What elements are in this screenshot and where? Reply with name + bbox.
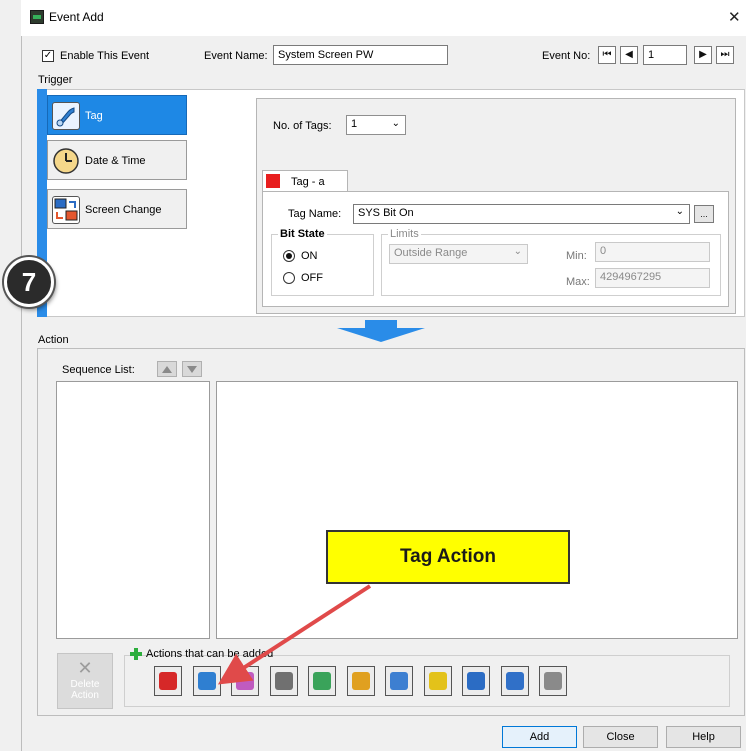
max-label: Max: [566,276,590,288]
sequence-list-label: Sequence List: [62,364,135,376]
max-input[interactable]: 4294967295 [595,268,710,288]
num-tags-select[interactable]: 1 ⌄ [346,115,406,135]
tag-color-swatch [266,174,280,188]
num-tags-label: No. of Tags: [273,120,332,132]
triangle-up-icon [162,366,172,373]
delete-action-label-2: Action [71,690,99,701]
alarm-action-icon [159,672,177,690]
trigger-type-tag-label: Tag [85,110,103,122]
popup-action-icon [506,672,524,690]
help-button[interactable]: Help [666,726,741,748]
next-event-button[interactable]: ▶ [694,46,712,64]
bit-state-off-label: OFF [301,272,323,284]
screen-change-action-icon [467,672,485,690]
bit-state-off-radio[interactable] [283,272,295,284]
add-button[interactable]: Add [502,726,577,748]
bit-state-group [271,234,374,296]
event-name-label: Event Name: [204,50,268,62]
flash-action-button[interactable] [424,666,452,696]
calculator-action-icon [544,672,562,690]
window-title: Event Add [49,10,104,24]
tag-name-label: Tag Name: [288,208,342,220]
bit-state-on-radio[interactable] [283,250,295,262]
trigger-section-label: Trigger [38,74,73,86]
num-tags-value: 1 [351,118,358,130]
delete-action-label-1: Delete [70,679,100,690]
trigger-type-date-time[interactable]: Date & Time [47,140,187,180]
first-event-button[interactable]: ⏮ [598,46,616,64]
delete-action-button[interactable]: ✕ Delete Action [57,653,113,709]
bit-state-on-label: ON [301,250,318,262]
alarm-action-button[interactable] [154,666,182,696]
move-down-button[interactable] [182,361,202,377]
enable-event-label: Enable This Event [60,50,150,62]
tag-browse-button[interactable]: ... [694,205,714,223]
tag-icon [52,102,80,130]
folder-action-icon [390,672,408,690]
move-up-button[interactable] [157,361,177,377]
close-icon[interactable]: ✕ [728,8,741,26]
enable-event-checkbox[interactable]: ✓ [42,50,54,62]
event-no-label: Event No: [542,50,591,62]
bit-state-label: Bit State [278,228,327,240]
trigger-type-screen-change-label: Screen Change [85,204,162,216]
chevron-down-icon: ⌄ [513,246,522,257]
sequence-list[interactable] [56,381,210,639]
screen-change-icon [52,196,80,224]
flow-down-arrow-icon [337,320,425,342]
popup-action-button[interactable] [501,666,529,696]
tag-action-callout: Tag Action [326,530,570,584]
close-button[interactable]: Close [583,726,658,748]
tab-tag-a[interactable]: Tag - a [262,170,348,192]
event-name-input[interactable] [273,45,448,65]
screen-change-action-button[interactable] [462,666,490,696]
min-label: Min: [566,250,587,262]
calculator-action-button[interactable] [539,666,567,696]
limits-mode-select[interactable]: Outside Range ⌄ [389,244,528,264]
last-event-button[interactable]: ⏭ [716,46,734,64]
triangle-down-icon [187,366,197,373]
tag-name-value: SYS Bit On [358,207,414,219]
tab-tag-a-label: Tag - a [291,176,325,188]
callout-arrow-icon [217,584,372,685]
limits-mode-value: Outside Range [394,247,468,259]
step-number-badge: 7 [4,257,54,307]
plus-icon [130,648,142,660]
trigger-type-date-time-label: Date & Time [85,155,146,167]
prev-event-button[interactable]: ◀ [620,46,638,64]
app-icon [30,10,44,24]
flash-action-icon [429,672,447,690]
delete-icon: ✕ [77,658,93,678]
folder-action-button[interactable] [385,666,413,696]
min-input[interactable]: 0 [595,242,710,262]
event-number-input[interactable] [643,45,687,65]
action-section-label: Action [38,334,69,346]
title-bar [21,0,746,36]
clock-icon [52,147,80,175]
trigger-type-tag[interactable]: Tag [47,95,187,135]
chevron-down-icon: ⌄ [675,206,684,217]
limits-label: Limits [388,228,421,240]
chevron-down-icon: ⌄ [391,118,400,129]
trigger-type-screen-change[interactable]: Screen Change [47,189,187,229]
tag-name-select[interactable]: SYS Bit On ⌄ [353,204,690,224]
